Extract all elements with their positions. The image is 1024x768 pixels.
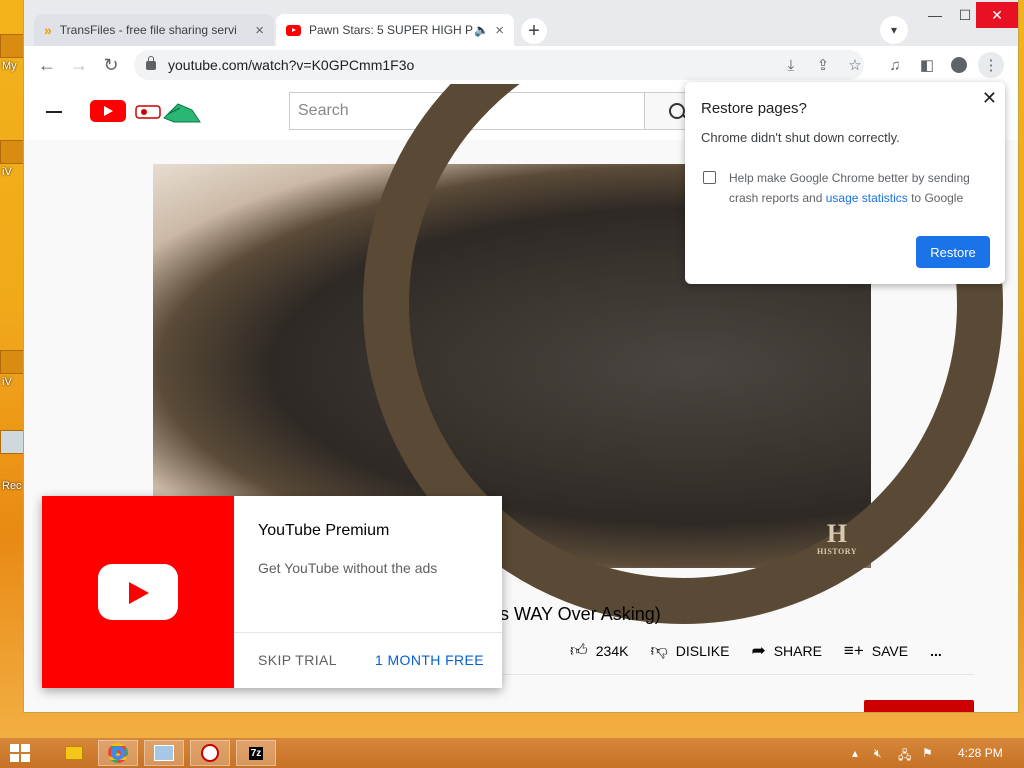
minimize-button[interactable]: — bbox=[920, 2, 950, 28]
desktop-label-recycle-bin: Rec bbox=[2, 480, 22, 492]
premium-subtitle: Get YouTube without the ads bbox=[258, 560, 438, 576]
divider bbox=[484, 674, 974, 675]
media-control-icon[interactable]: ♫ bbox=[882, 52, 908, 78]
dislike-button[interactable]: 👎︎ DISLIKE bbox=[650, 640, 729, 661]
thumbs-down-icon: 👎︎ bbox=[650, 641, 668, 660]
desktop-label-iv-2: iV bbox=[2, 376, 12, 388]
subscribe-button[interactable] bbox=[864, 700, 974, 712]
restore-pages-bubble: Restore pages? ✕ Chrome didn't shut down… bbox=[685, 82, 1005, 284]
like-count: 234K bbox=[595, 642, 629, 659]
tab-title: Pawn Stars: 5 SUPER HIGH PI bbox=[309, 23, 475, 37]
premium-banner bbox=[42, 496, 234, 688]
youtube-play-icon bbox=[98, 564, 178, 620]
hamburger-menu-icon[interactable] bbox=[46, 111, 62, 113]
restore-message: Chrome didn't shut down correctly. bbox=[701, 130, 900, 145]
file-explorer-icon[interactable] bbox=[54, 740, 94, 766]
youtube-icon bbox=[286, 24, 301, 36]
taskbar: 7z ▴ 🔇︎ 🖧 ⚑ 4:28 PM bbox=[0, 738, 1024, 768]
close-window-button[interactable]: ✕ bbox=[976, 2, 1018, 28]
premium-promo-dialog: YouTube Premium Get YouTube without the … bbox=[42, 496, 502, 688]
close-icon[interactable]: × bbox=[255, 22, 264, 39]
close-icon[interactable]: × bbox=[495, 22, 504, 39]
youtube-logo[interactable] bbox=[90, 100, 126, 122]
url-text[interactable]: youtube.com/watch?v=K0GPCmm1F3o bbox=[168, 57, 414, 73]
like-button[interactable]: 👍︎ 234K bbox=[570, 640, 628, 661]
premium-title: YouTube Premium bbox=[258, 522, 390, 539]
install-icon[interactable]: ⤓ bbox=[778, 52, 804, 78]
share-button[interactable]: ➦ SHARE bbox=[751, 641, 821, 661]
share-page-icon[interactable]: ⇪ bbox=[810, 52, 836, 78]
tab-title: TransFiles - free file sharing servi bbox=[59, 23, 237, 37]
lock-icon[interactable] bbox=[146, 55, 156, 70]
windows-start-icon[interactable] bbox=[10, 744, 30, 762]
bookmark-star-icon[interactable]: ☆ bbox=[842, 52, 868, 78]
skip-trial-button[interactable]: SKIP TRIAL bbox=[258, 652, 337, 668]
new-tab-button[interactable]: + bbox=[521, 18, 547, 44]
tab-pawn-stars[interactable]: Pawn Stars: 5 SUPER HIGH PI 🔈 × bbox=[276, 14, 514, 46]
image-app-icon[interactable] bbox=[144, 740, 184, 766]
chevron-down-icon: ▾ bbox=[890, 23, 898, 37]
desktop-icon-iv-2[interactable] bbox=[0, 350, 24, 374]
video-title: ers WAY Over Asking) bbox=[484, 604, 661, 624]
tab-strip: » TransFiles - free file sharing servi ×… bbox=[24, 0, 1018, 46]
crash-report-label: Help make Google Chrome better by sendin… bbox=[729, 171, 970, 205]
menu-kebab-icon[interactable]: ⋮ bbox=[978, 52, 1004, 78]
desktop-icon-recycle-bin[interactable] bbox=[0, 430, 24, 454]
save-label: SAVE bbox=[871, 642, 909, 659]
more-actions-button[interactable]: ... bbox=[930, 643, 942, 659]
blocked-app-icon[interactable] bbox=[190, 740, 230, 766]
thumbs-up-icon: 👍︎ bbox=[570, 641, 588, 660]
action-center-icon[interactable]: ⚑ bbox=[922, 746, 933, 760]
desktop-icon-iv-1[interactable] bbox=[0, 140, 24, 164]
profile-icon[interactable] bbox=[946, 52, 972, 78]
close-icon[interactable]: ✕ bbox=[982, 88, 997, 109]
share-icon: ➦ bbox=[751, 640, 766, 660]
restore-title: Restore pages? bbox=[701, 100, 807, 117]
video-actions: 👍︎ 234K 👎︎ DISLIKE ➦ SHARE ≡+ SAVE ... bbox=[570, 640, 964, 661]
speaker-icon[interactable]: 🔈 bbox=[474, 23, 489, 37]
tab-transfiles[interactable]: » TransFiles - free file sharing servi × bbox=[34, 14, 274, 46]
save-button[interactable]: ≡+ SAVE bbox=[844, 641, 908, 661]
tab-search-button[interactable]: ▾ bbox=[880, 16, 908, 44]
side-panel-icon[interactable]: ◧ bbox=[914, 52, 940, 78]
address-bar[interactable]: youtube.com/watch?v=K0GPCmm1F3o bbox=[134, 50, 864, 80]
back-button[interactable]: ← bbox=[34, 52, 60, 78]
playlist-add-icon: ≡+ bbox=[843, 640, 864, 660]
dislike-label: DISLIKE bbox=[675, 642, 730, 659]
desktop-icon-my[interactable] bbox=[0, 34, 24, 58]
chevron-right-icon: » bbox=[44, 22, 52, 38]
system-clock[interactable]: 4:28 PM bbox=[958, 746, 1003, 760]
browser-toolbar: ← → ↻ youtube.com/watch?v=K0GPCmm1F3o ⤓ … bbox=[24, 46, 1018, 85]
7zip-icon[interactable]: 7z bbox=[236, 740, 276, 766]
show-hidden-icons-icon[interactable]: ▴ bbox=[852, 746, 858, 760]
share-label: SHARE bbox=[773, 642, 822, 659]
desktop-label-iv-1: iV bbox=[2, 166, 12, 178]
desktop-label-my: My bbox=[2, 60, 17, 72]
forward-button[interactable]: → bbox=[66, 52, 92, 78]
divider bbox=[234, 632, 502, 633]
restore-button[interactable]: Restore bbox=[916, 236, 990, 268]
usage-statistics-link[interactable]: usage statistics bbox=[826, 191, 908, 205]
crash-report-checkbox[interactable] bbox=[703, 171, 716, 184]
reload-button[interactable]: ↻ bbox=[98, 52, 124, 78]
history-watermark: H HISTORY bbox=[817, 519, 857, 557]
youtube-doodle[interactable] bbox=[134, 100, 204, 124]
network-icon[interactable]: 🖧 bbox=[898, 746, 911, 767]
one-month-free-button[interactable]: 1 MONTH FREE bbox=[375, 652, 484, 668]
chrome-taskbar-icon[interactable] bbox=[98, 740, 138, 766]
volume-muted-icon[interactable]: 🔇︎ bbox=[874, 746, 882, 761]
